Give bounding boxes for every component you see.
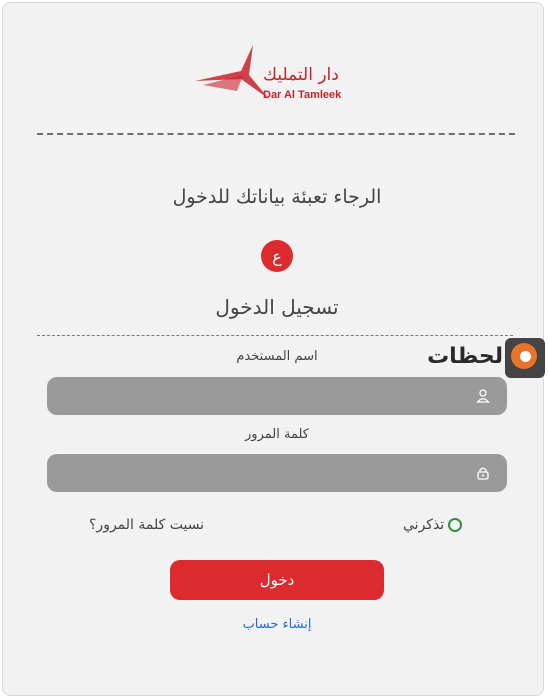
language-toggle-button[interactable]: ع — [261, 240, 293, 272]
divider-middle — [37, 335, 513, 336]
user-icon — [476, 389, 490, 403]
instructions-text: الرجاء تعبئة بياناتك للدخول — [172, 186, 382, 208]
create-account-link[interactable]: إنشاء حساب — [3, 617, 548, 632]
lock-icon — [477, 467, 489, 480]
username-input[interactable] — [47, 377, 507, 415]
logo-star-icon — [195, 45, 269, 99]
login-card: دار التمليك Dar Al Tamleek الرجاء تعبئة … — [2, 2, 545, 696]
login-button[interactable]: دخول — [170, 560, 384, 600]
login-title: تسجيل الدخول — [215, 295, 339, 319]
remember-me-radio[interactable] — [448, 518, 463, 532]
divider-top — [37, 133, 515, 135]
logo-arabic-text: دار التمليك — [263, 65, 339, 85]
username-field-wrapper — [47, 377, 507, 415]
password-field-wrapper — [47, 454, 507, 492]
password-label: كلمة المرور — [245, 427, 309, 442]
remember-me-option[interactable]: تذكرني — [403, 517, 463, 533]
username-label: اسم المستخدم — [236, 349, 318, 364]
dar-al-tamleek-logo: دار التمليك Dar Al Tamleek — [193, 41, 363, 111]
logo-english-text: Dar Al Tamleek — [263, 89, 342, 101]
remember-me-label: تذكرني — [403, 517, 445, 533]
password-input[interactable] — [47, 454, 507, 492]
forgot-password-link[interactable]: نسيت كلمة المرور؟ — [89, 517, 204, 533]
